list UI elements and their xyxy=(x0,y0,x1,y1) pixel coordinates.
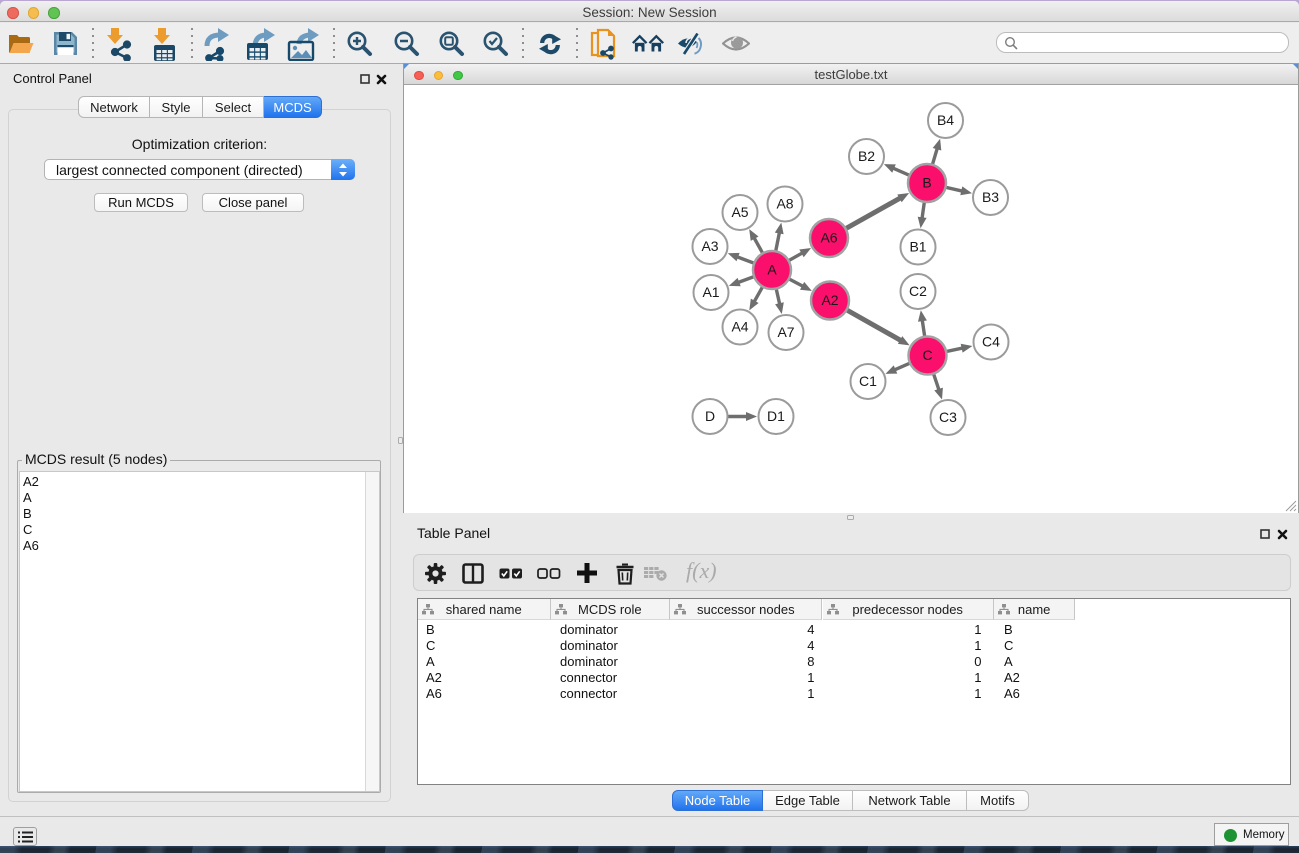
svg-text:B: B xyxy=(922,175,931,191)
svg-text:D: D xyxy=(705,408,715,424)
svg-text:A8: A8 xyxy=(776,196,793,212)
svg-text:B3: B3 xyxy=(982,189,999,205)
svg-text:A3: A3 xyxy=(701,238,718,254)
svg-text:B4: B4 xyxy=(937,112,954,128)
svg-text:A5: A5 xyxy=(731,204,748,220)
svg-text:C: C xyxy=(922,347,932,363)
svg-text:A6: A6 xyxy=(820,230,837,246)
svg-text:B2: B2 xyxy=(858,148,875,164)
svg-text:D1: D1 xyxy=(767,408,785,424)
svg-text:C2: C2 xyxy=(909,283,927,299)
svg-text:A: A xyxy=(767,262,777,278)
svg-text:C4: C4 xyxy=(982,334,1000,350)
svg-text:C3: C3 xyxy=(939,409,957,425)
svg-text:A2: A2 xyxy=(821,292,838,308)
svg-text:C1: C1 xyxy=(859,373,877,389)
svg-text:A7: A7 xyxy=(777,324,794,340)
svg-text:A1: A1 xyxy=(702,284,719,300)
svg-text:B1: B1 xyxy=(909,239,926,255)
svg-text:A4: A4 xyxy=(731,319,748,335)
